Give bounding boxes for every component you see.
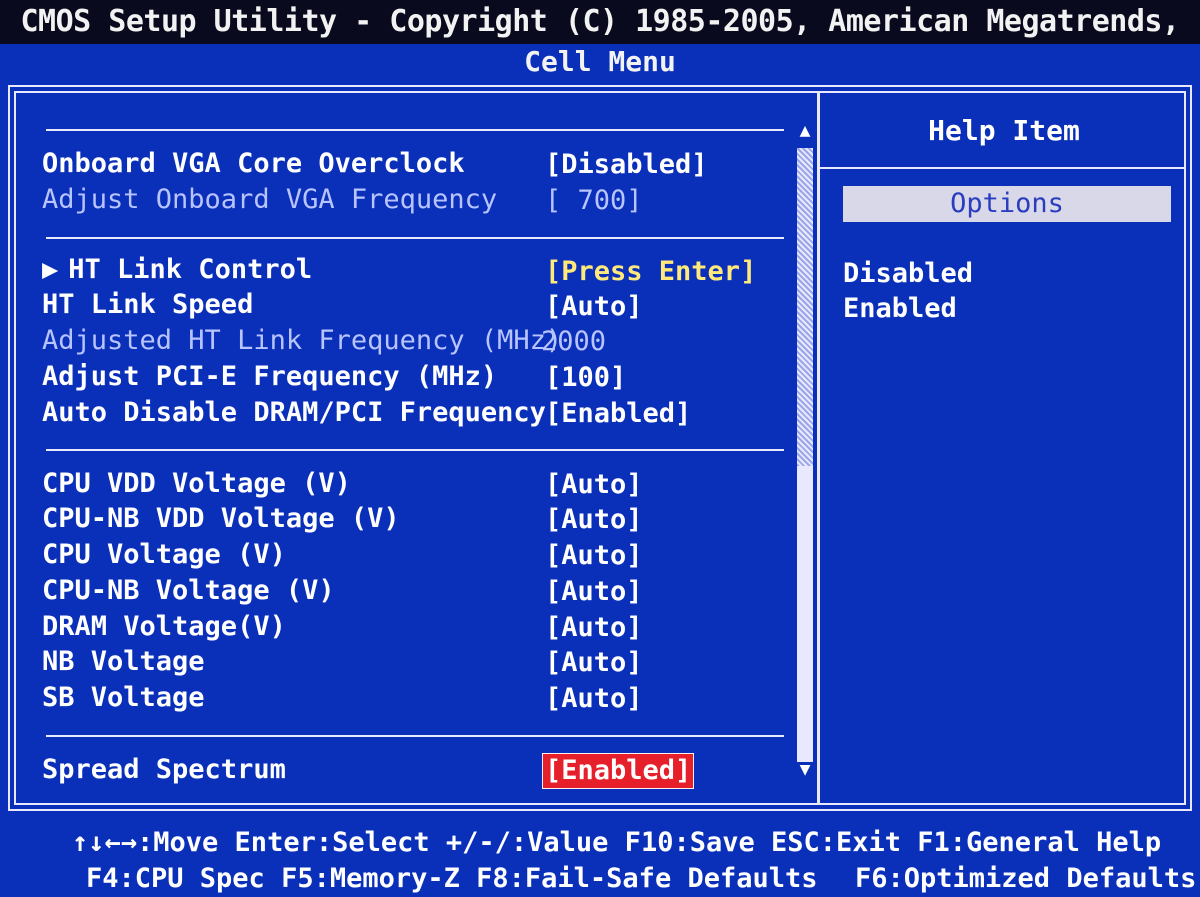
footer-keys-line2-left: F4:CPU Spec F5:Memory-Z F8:Fail-Safe Def… [86, 863, 818, 894]
setting-value-ht-link-control[interactable]: [Press Enter] [545, 255, 756, 289]
triangle-right-icon: ▶ [42, 254, 59, 285]
setting-label-auto-disable-dram-pci-frequency[interactable]: Auto Disable DRAM/PCI Frequency [42, 396, 546, 430]
panel-divider [817, 91, 820, 805]
footer-keys-line1: ↑↓←→:Move Enter:Select +/-/:Value F10:Sa… [72, 827, 1162, 858]
help-divider [820, 167, 1186, 169]
ht-link-control-text: HT Link Control [68, 254, 313, 285]
section-divider [46, 735, 784, 737]
options-header: Options [843, 186, 1171, 222]
setting-label-dram-voltage[interactable]: DRAM Voltage(V) [42, 610, 286, 644]
setting-value-adjusted-ht-link-frequency: 2000 [541, 326, 607, 357]
setting-value-cpu-vdd-voltage[interactable]: [Auto] [545, 468, 643, 502]
setting-label-adjust-onboard-vga-frequency: Adjust Onboard VGA Frequency [42, 184, 498, 215]
setting-label-cpu-voltage[interactable]: CPU Voltage (V) [42, 538, 286, 572]
section-divider [46, 237, 784, 239]
setting-value-cpu-nb-voltage[interactable]: [Auto] [545, 575, 643, 609]
setting-label-spread-spectrum[interactable]: Spread Spectrum [42, 753, 286, 787]
triangle-down-icon[interactable]: ▼ [797, 760, 813, 780]
setting-value-onboard-vga-core-overclock[interactable]: [Disabled] [545, 148, 708, 182]
setting-value-cpu-nb-vdd-voltage[interactable]: [Auto] [545, 503, 643, 537]
setting-label-cpu-vdd-voltage[interactable]: CPU VDD Voltage (V) [42, 467, 351, 501]
setting-value-sb-voltage[interactable]: [Auto] [545, 682, 643, 716]
setting-value-ht-link-speed[interactable]: [Auto] [545, 290, 643, 324]
setting-value-nb-voltage[interactable]: [Auto] [545, 646, 643, 680]
footer-keys-line2-right: F6:Optimized Defaults [855, 863, 1197, 894]
section-divider [46, 129, 784, 131]
setting-label-cpu-nb-vdd-voltage[interactable]: CPU-NB VDD Voltage (V) [42, 502, 400, 536]
setting-label-ht-link-speed[interactable]: HT Link Speed [42, 288, 253, 322]
triangle-up-icon[interactable]: ▲ [797, 121, 813, 141]
setting-label-sb-voltage[interactable]: SB Voltage [42, 681, 205, 715]
section-divider [46, 449, 784, 451]
help-panel-title: Help Item [928, 114, 1080, 147]
setting-label-nb-voltage[interactable]: NB Voltage [42, 645, 205, 679]
help-option-enabled: Enabled [843, 293, 957, 324]
setting-value-adjust-onboard-vga-frequency: [ 700] [545, 185, 643, 216]
help-option-disabled: Disabled [843, 258, 974, 289]
setting-label-ht-link-control[interactable]: ▶ HT Link Control [42, 253, 312, 287]
setting-value-auto-disable-dram-pci-frequency[interactable]: [Enabled] [545, 397, 691, 431]
setting-value-dram-voltage[interactable]: [Auto] [545, 611, 643, 645]
scrollbar-thumb[interactable] [797, 148, 813, 466]
setting-label-adjusted-ht-link-frequency: Adjusted HT Link Frequency (MHz) [42, 325, 563, 356]
setting-value-spread-spectrum[interactable]: [Enabled] [542, 753, 695, 789]
setting-label-cpu-nb-voltage[interactable]: CPU-NB Voltage (V) [42, 574, 335, 608]
menu-title: Cell Menu [0, 44, 1200, 80]
setting-label-adjust-pci-e-frequency[interactable]: Adjust PCI-E Frequency (MHz) [42, 360, 497, 394]
setting-label-onboard-vga-core-overclock[interactable]: Onboard VGA Core Overclock [42, 147, 465, 181]
window-title: CMOS Setup Utility - Copyright (C) 1985-… [0, 0, 1200, 83]
setting-value-cpu-voltage[interactable]: [Auto] [545, 539, 643, 573]
setting-value-adjust-pci-e-frequency[interactable]: [100] [545, 361, 626, 395]
